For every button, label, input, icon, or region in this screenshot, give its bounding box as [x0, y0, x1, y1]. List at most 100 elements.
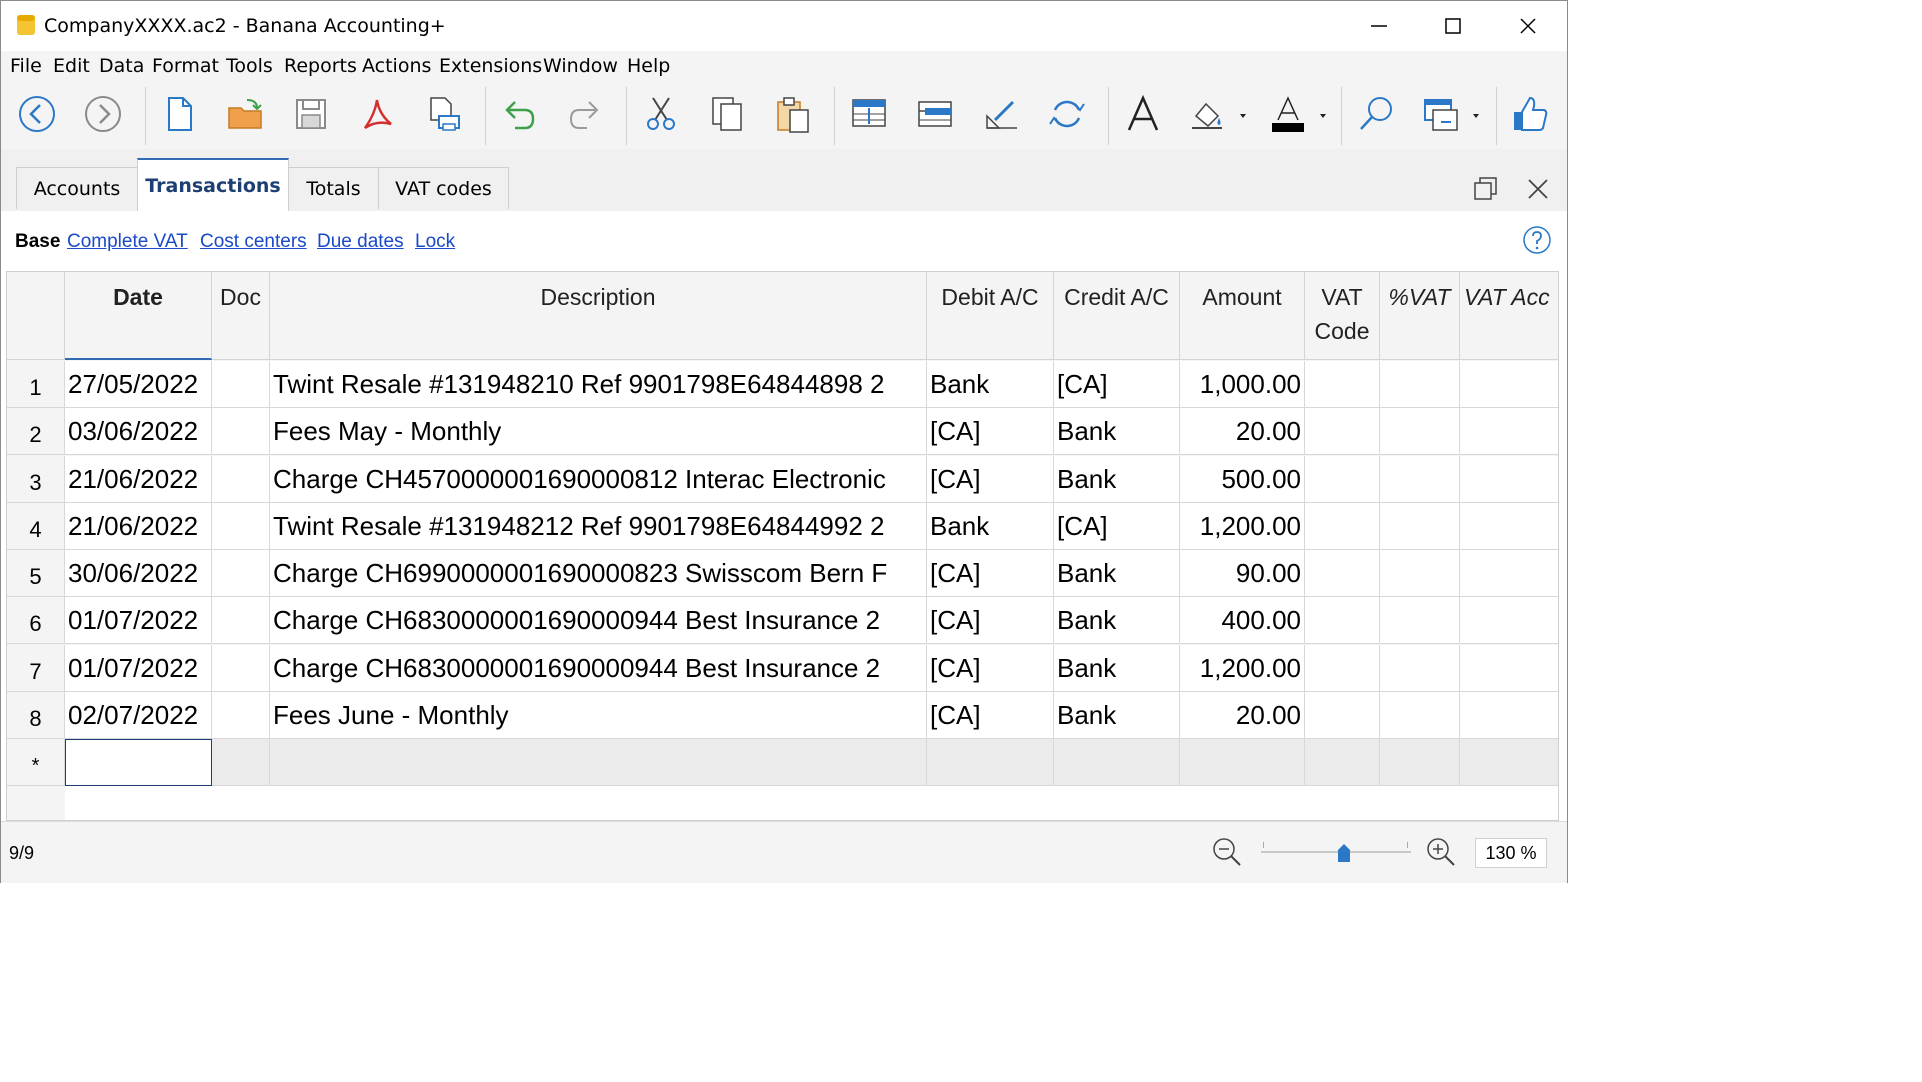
description-cell[interactable]: Twint Resale #131948212 Ref 9901798E6484…: [270, 503, 927, 550]
view-cost-centers[interactable]: Cost centers: [200, 231, 307, 253]
vat-code-cell[interactable]: [1305, 692, 1380, 739]
undo-button[interactable]: [496, 91, 542, 137]
new-row-cell[interactable]: [927, 739, 1054, 786]
window-layout-button[interactable]: [1419, 91, 1485, 137]
debit-account-cell[interactable]: [CA]: [927, 692, 1054, 739]
cut-button[interactable]: [638, 91, 684, 137]
date-cell[interactable]: 30/06/2022: [65, 550, 212, 597]
forward-button[interactable]: [80, 91, 126, 137]
menu-reports[interactable]: Reports: [284, 55, 357, 77]
zoom-level-field[interactable]: 130 %: [1475, 838, 1547, 868]
vat-account-cell[interactable]: [1460, 456, 1558, 503]
column-header-vat-code[interactable]: VAT Code: [1305, 272, 1380, 360]
view-lock[interactable]: Lock: [415, 231, 455, 253]
menu-data[interactable]: Data: [99, 55, 144, 77]
vat-code-cell[interactable]: [1305, 597, 1380, 644]
zoom-in-button[interactable]: [1425, 836, 1457, 868]
column-header-amount[interactable]: Amount: [1180, 272, 1305, 360]
menu-format[interactable]: Format: [152, 55, 219, 77]
doc-cell[interactable]: [212, 645, 270, 692]
tab-totals[interactable]: Totals: [288, 167, 379, 209]
close-window-button[interactable]: [1491, 1, 1565, 51]
zoom-out-button[interactable]: [1211, 836, 1243, 868]
description-cell[interactable]: Charge CH6830000001690000944 Best Insura…: [270, 597, 927, 644]
menu-window[interactable]: Window: [543, 55, 618, 77]
doc-cell[interactable]: [212, 456, 270, 503]
pct-vat-cell[interactable]: [1380, 503, 1460, 550]
close-tab-button[interactable]: [1524, 175, 1552, 203]
amount-cell[interactable]: 400.00: [1180, 597, 1305, 644]
back-button[interactable]: [14, 91, 60, 137]
amount-cell[interactable]: 1,000.00: [1180, 361, 1305, 408]
amount-cell[interactable]: 500.00: [1180, 456, 1305, 503]
pct-vat-cell[interactable]: [1380, 692, 1460, 739]
new-row-cell[interactable]: [270, 739, 927, 786]
menu-tools[interactable]: Tools: [226, 55, 273, 77]
column-header-vat-acc[interactable]: VAT Acc: [1460, 272, 1558, 360]
description-cell[interactable]: Charge CH6990000001690000823 Swisscom Be…: [270, 550, 927, 597]
vat-account-cell[interactable]: [1460, 550, 1558, 597]
doc-cell[interactable]: [212, 550, 270, 597]
amount-cell[interactable]: 20.00: [1180, 692, 1305, 739]
date-cell[interactable]: 02/07/2022: [65, 692, 212, 739]
debit-account-cell[interactable]: [CA]: [927, 550, 1054, 597]
menu-extensions[interactable]: Extensions: [439, 55, 542, 77]
pct-vat-cell[interactable]: [1380, 456, 1460, 503]
column-header-date[interactable]: Date: [65, 272, 212, 360]
new-row-cell[interactable]: [1380, 739, 1460, 786]
menu-actions[interactable]: Actions: [362, 55, 431, 77]
date-cell[interactable]: 21/06/2022: [65, 456, 212, 503]
vat-account-cell[interactable]: [1460, 692, 1558, 739]
new-row-cell[interactable]: [1054, 739, 1180, 786]
description-cell[interactable]: Charge CH4570000001690000812 Interac Ele…: [270, 456, 927, 503]
column-header-doc[interactable]: Doc: [212, 272, 270, 360]
amount-cell[interactable]: 1,200.00: [1180, 645, 1305, 692]
credit-account-cell[interactable]: Bank: [1054, 692, 1180, 739]
menu-help[interactable]: Help: [627, 55, 670, 77]
debit-account-cell[interactable]: [CA]: [927, 456, 1054, 503]
credit-account-cell[interactable]: [CA]: [1054, 503, 1180, 550]
column-header-pct-vat[interactable]: %VAT: [1380, 272, 1460, 360]
undock-button[interactable]: [1472, 175, 1500, 203]
maximize-button[interactable]: [1416, 1, 1490, 51]
date-cell[interactable]: 01/07/2022: [65, 645, 212, 692]
vat-code-cell[interactable]: [1305, 361, 1380, 408]
open-file-button[interactable]: [222, 91, 268, 137]
column-header-description[interactable]: Description: [270, 272, 927, 360]
description-cell[interactable]: Charge CH6830000001690000944 Best Insura…: [270, 645, 927, 692]
copy-button[interactable]: [704, 91, 750, 137]
paste-button[interactable]: [770, 91, 816, 137]
column-header-debit[interactable]: Debit A/C: [927, 272, 1054, 360]
zoom-slider[interactable]: [1261, 840, 1411, 864]
pct-vat-cell[interactable]: [1380, 645, 1460, 692]
save-button[interactable]: [288, 91, 334, 137]
credit-account-cell[interactable]: Bank: [1054, 645, 1180, 692]
new-row-cell[interactable]: [1460, 739, 1558, 786]
vat-account-cell[interactable]: [1460, 408, 1558, 455]
debit-account-cell[interactable]: [CA]: [927, 408, 1054, 455]
pct-vat-cell[interactable]: [1380, 550, 1460, 597]
new-row-cell[interactable]: [212, 739, 270, 786]
column-header-credit[interactable]: Credit A/C: [1054, 272, 1180, 360]
fill-color-button[interactable]: [1186, 91, 1250, 137]
vat-account-cell[interactable]: [1460, 597, 1558, 644]
debit-account-cell[interactable]: Bank: [927, 503, 1054, 550]
credit-account-cell[interactable]: Bank: [1054, 597, 1180, 644]
view-base[interactable]: Base: [15, 231, 60, 253]
date-cell[interactable]: 21/06/2022: [65, 503, 212, 550]
find-button[interactable]: [1353, 91, 1399, 137]
description-cell[interactable]: Twint Resale #131948210 Ref 9901798E6484…: [270, 361, 927, 408]
date-cell[interactable]: 27/05/2022: [65, 361, 212, 408]
description-cell[interactable]: Fees May - Monthly: [270, 408, 927, 455]
debit-account-cell[interactable]: Bank: [927, 361, 1054, 408]
doc-cell[interactable]: [212, 408, 270, 455]
amount-cell[interactable]: 90.00: [1180, 550, 1305, 597]
text-color-button[interactable]: [1264, 91, 1330, 137]
new-file-button[interactable]: [156, 91, 202, 137]
debit-account-cell[interactable]: [CA]: [927, 645, 1054, 692]
view-complete-vat[interactable]: Complete VAT: [67, 231, 188, 253]
insert-row-button[interactable]: [912, 91, 958, 137]
feedback-button[interactable]: [1507, 91, 1553, 137]
tab-accounts[interactable]: Accounts: [16, 167, 138, 209]
vat-code-cell[interactable]: [1305, 408, 1380, 455]
